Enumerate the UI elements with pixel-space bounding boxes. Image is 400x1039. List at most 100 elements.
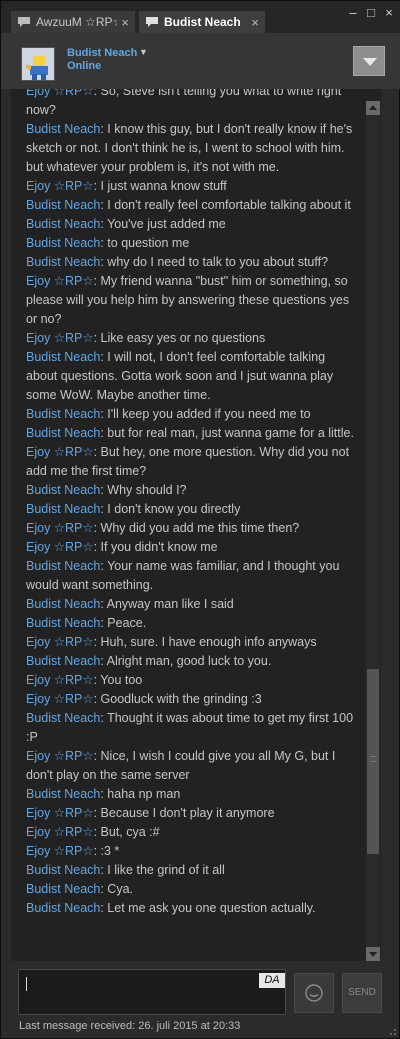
message-text: : You've just added me	[100, 217, 226, 231]
close-window-button[interactable]: ×	[381, 5, 397, 20]
tab-close-button[interactable]: ×	[251, 15, 259, 30]
message-sender[interactable]: Budist Neach	[26, 559, 100, 573]
grip-icon	[370, 756, 376, 762]
chat-bubble-icon	[146, 17, 158, 27]
chat-message: Ejoy ☆RP☆: If you didn't know me	[26, 538, 356, 557]
avatar-image	[22, 48, 54, 80]
scroll-up-button[interactable]	[366, 101, 380, 115]
language-badge: DA	[259, 973, 285, 988]
message-sender[interactable]: Budist Neach	[26, 863, 100, 877]
scroll-down-button[interactable]	[366, 947, 380, 961]
message-text: : Why did you add me this time then?	[93, 521, 300, 535]
resize-grip-icon[interactable]	[387, 1026, 397, 1036]
message-text: : Cya.	[100, 882, 134, 896]
chat-message: Ejoy ☆RP☆: Huh, sure. I have enough info…	[26, 633, 356, 652]
last-message-received: Last message received: 26. juli 2015 at …	[19, 1020, 241, 1032]
chat-message: Budist Neach: haha np man	[26, 785, 356, 804]
message-sender[interactable]: Ejoy ☆RP☆	[26, 274, 94, 288]
chat-window: AwzuuM ☆RP☆ × Budist Neach × – □ × Budis…	[0, 0, 400, 1039]
message-text: : Because I don't play it anymore	[93, 806, 275, 820]
chat-message: Ejoy ☆RP☆: :3 *	[26, 842, 356, 861]
message-text: : I don't know you directly	[100, 502, 241, 516]
message-text: : Why should I?	[100, 483, 187, 497]
message-sender[interactable]: Budist Neach	[26, 502, 100, 516]
chat-message: Ejoy ☆RP☆: Like easy yes or no questions	[26, 329, 356, 348]
chat-message: Budist Neach: I will not, I don't feel c…	[26, 348, 356, 405]
message-sender[interactable]: Budist Neach	[26, 901, 100, 915]
message-sender[interactable]: Ejoy ☆RP☆	[26, 806, 94, 820]
chat-bubble-icon	[18, 17, 30, 27]
message-text: : Alright man, good luck to you.	[100, 654, 272, 668]
message-sender[interactable]: Budist Neach	[26, 407, 100, 421]
message-sender[interactable]: Ejoy ☆RP☆	[26, 844, 94, 858]
message-text: : You too	[93, 673, 143, 687]
chat-message: Budist Neach: I like the grind of it all	[26, 861, 356, 880]
message-sender[interactable]: Ejoy ☆RP☆	[26, 445, 94, 459]
chat-message: Ejoy ☆RP☆: Why did you add me this time …	[26, 519, 356, 538]
message-sender[interactable]: Ejoy ☆RP☆	[26, 89, 94, 98]
message-sender[interactable]: Budist Neach	[26, 217, 100, 231]
chat-message: Ejoy ☆RP☆: Nice, I wish I could give you…	[26, 747, 356, 785]
scrollbar[interactable]	[366, 101, 380, 961]
chevron-down-icon[interactable]: ▼	[139, 47, 148, 57]
chat-message: Ejoy ☆RP☆: But, cya :#	[26, 823, 356, 842]
message-input[interactable]	[18, 969, 286, 1015]
message-sender[interactable]: Budist Neach	[26, 787, 100, 801]
message-sender[interactable]: Ejoy ☆RP☆	[26, 692, 94, 706]
message-sender[interactable]: Ejoy ☆RP☆	[26, 521, 94, 535]
message-sender[interactable]: Budist Neach	[26, 711, 100, 725]
scroll-thumb[interactable]	[367, 669, 379, 854]
message-text: : why do I need to talk to you about stu…	[100, 255, 329, 269]
message-sender[interactable]: Budist Neach	[26, 122, 100, 136]
message-sender[interactable]: Budist Neach	[26, 255, 100, 269]
chat-message: Budist Neach: You've just added me	[26, 215, 356, 234]
chat-message: Ejoy ☆RP☆: So, Steve isn't telling you w…	[26, 89, 356, 120]
chat-header: Budist Neach ▼ Online	[1, 33, 400, 89]
message-text: : I like the grind of it all	[100, 863, 225, 877]
message-sender[interactable]: Budist Neach	[26, 654, 100, 668]
message-text: : haha np man	[100, 787, 181, 801]
chat-message: Budist Neach: I know this guy, but I don…	[26, 120, 356, 177]
message-sender[interactable]: Budist Neach	[26, 350, 100, 364]
message-sender[interactable]: Budist Neach	[26, 882, 100, 896]
text-caret	[26, 977, 27, 991]
chat-message: Budist Neach: Let me ask you one questio…	[26, 899, 356, 918]
tab-label: Budist Neach	[164, 15, 241, 29]
chat-options-button[interactable]	[353, 46, 385, 76]
message-sender[interactable]: Ejoy ☆RP☆	[26, 635, 94, 649]
message-sender[interactable]: Ejoy ☆RP☆	[26, 331, 94, 345]
tab-awzuum[interactable]: AwzuuM ☆RP☆ ×	[11, 11, 135, 33]
tab-budist-neach[interactable]: Budist Neach ×	[139, 11, 265, 33]
emoticon-button[interactable]	[294, 973, 334, 1013]
message-sender[interactable]: Budist Neach	[26, 236, 100, 250]
message-sender[interactable]: Ejoy ☆RP☆	[26, 749, 94, 763]
message-sender[interactable]: Budist Neach	[26, 198, 100, 212]
avatar[interactable]	[21, 47, 55, 81]
chat-message: Budist Neach: Anyway man like I said	[26, 595, 356, 614]
message-sender[interactable]: Budist Neach	[26, 616, 100, 630]
message-text: : Like easy yes or no questions	[93, 331, 266, 345]
message-sender[interactable]: Budist Neach	[26, 483, 100, 497]
chat-message: Budist Neach: Thought it was about time …	[26, 709, 356, 747]
message-sender[interactable]: Budist Neach	[26, 597, 100, 611]
message-text: : Anyway man like I said	[100, 597, 234, 611]
chat-message: Budist Neach: but for real man, just wan…	[26, 424, 356, 443]
minimize-button[interactable]: –	[345, 5, 361, 20]
message-text: : Peace.	[100, 616, 147, 630]
chat-message: Budist Neach: I don't really feel comfor…	[26, 196, 356, 215]
chat-message: Ejoy ☆RP☆: Because I don't play it anymo…	[26, 804, 356, 823]
message-sender[interactable]: Ejoy ☆RP☆	[26, 673, 94, 687]
send-button[interactable]: SEND	[342, 973, 382, 1013]
chat-message: Budist Neach: Why should I?	[26, 481, 356, 500]
message-text: : to question me	[100, 236, 190, 250]
chat-message: Ejoy ☆RP☆: You too	[26, 671, 356, 690]
message-sender[interactable]: Ejoy ☆RP☆	[26, 540, 94, 554]
message-sender[interactable]: Ejoy ☆RP☆	[26, 179, 94, 193]
message-sender[interactable]: Budist Neach	[26, 426, 100, 440]
chat-message: Budist Neach: why do I need to talk to y…	[26, 253, 356, 272]
tab-close-button[interactable]: ×	[121, 15, 129, 30]
maximize-button[interactable]: □	[363, 5, 379, 20]
friend-name[interactable]: Budist Neach	[67, 47, 137, 59]
chat-message: Budist Neach: Your name was familiar, an…	[26, 557, 356, 595]
message-sender[interactable]: Ejoy ☆RP☆	[26, 825, 94, 839]
